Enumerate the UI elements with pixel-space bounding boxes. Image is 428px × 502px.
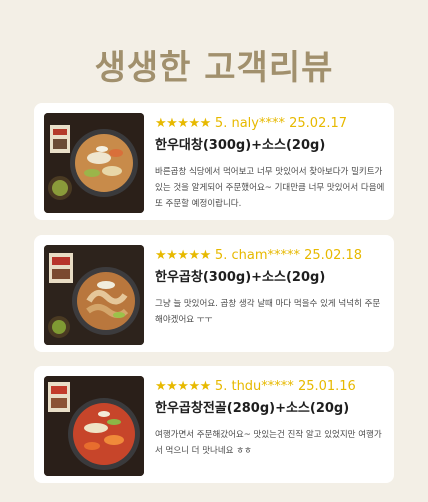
review-card: ★★★★★ 5. thdu***** 25.01.16 한우곱창전골(280g)…: [34, 366, 394, 483]
product-name: 한우대창(300g)+소스(20g): [155, 138, 326, 153]
review-photo: [44, 376, 144, 476]
review-meta: ★★★★★ 5. cham***** 25.02.18: [155, 247, 386, 264]
rating-value: 5.: [214, 379, 228, 394]
product-name: 한우곱창(300g)+소스(20g): [155, 270, 326, 285]
review-card: ★★★★★ 5. cham***** 25.02.18 한우곱창(300g)+소…: [34, 235, 394, 352]
review-date: 25.02.18: [304, 248, 363, 263]
rating-value: 5.: [214, 248, 228, 263]
review-photo: [44, 113, 144, 213]
review-meta: ★★★★★ 5. thdu***** 25.01.16: [155, 378, 386, 395]
page-title: 생생한 고객리뷰: [94, 48, 334, 88]
review-date: 25.02.17: [289, 116, 348, 131]
reviewer-name: cham*****: [231, 248, 300, 263]
rating-stars: ★★★★★: [155, 248, 211, 263]
reviewer-name: naly****: [231, 116, 285, 131]
review-text: 그냥 늘 맛있어요. 곱창 생각 날때 마다 먹을수 있게 넉넉히 주문해야겠어…: [155, 299, 381, 325]
review-date: 25.01.16: [297, 379, 356, 394]
reviewer-name: thdu*****: [231, 379, 294, 394]
review-text: 여행가면서 주문해갔어요~ 맛있는건 진작 알고 있었지만 여행가서 먹으니 더…: [155, 430, 382, 456]
product-name: 한우곱창전골(280g)+소스(20g): [155, 401, 350, 416]
review-meta: ★★★★★ 5. naly**** 25.02.17: [155, 115, 386, 132]
rating-value: 5.: [214, 116, 228, 131]
rating-stars: ★★★★★: [155, 116, 211, 131]
rating-stars: ★★★★★: [155, 379, 211, 394]
review-text: 바른곱창 식당에서 먹어보고 너무 맛있어서 찾아보다가 밀키트가 있는 것을 …: [155, 167, 385, 209]
review-photo: [44, 245, 144, 345]
review-card: ★★★★★ 5. naly**** 25.02.17 한우대창(300g)+소스…: [34, 103, 394, 220]
